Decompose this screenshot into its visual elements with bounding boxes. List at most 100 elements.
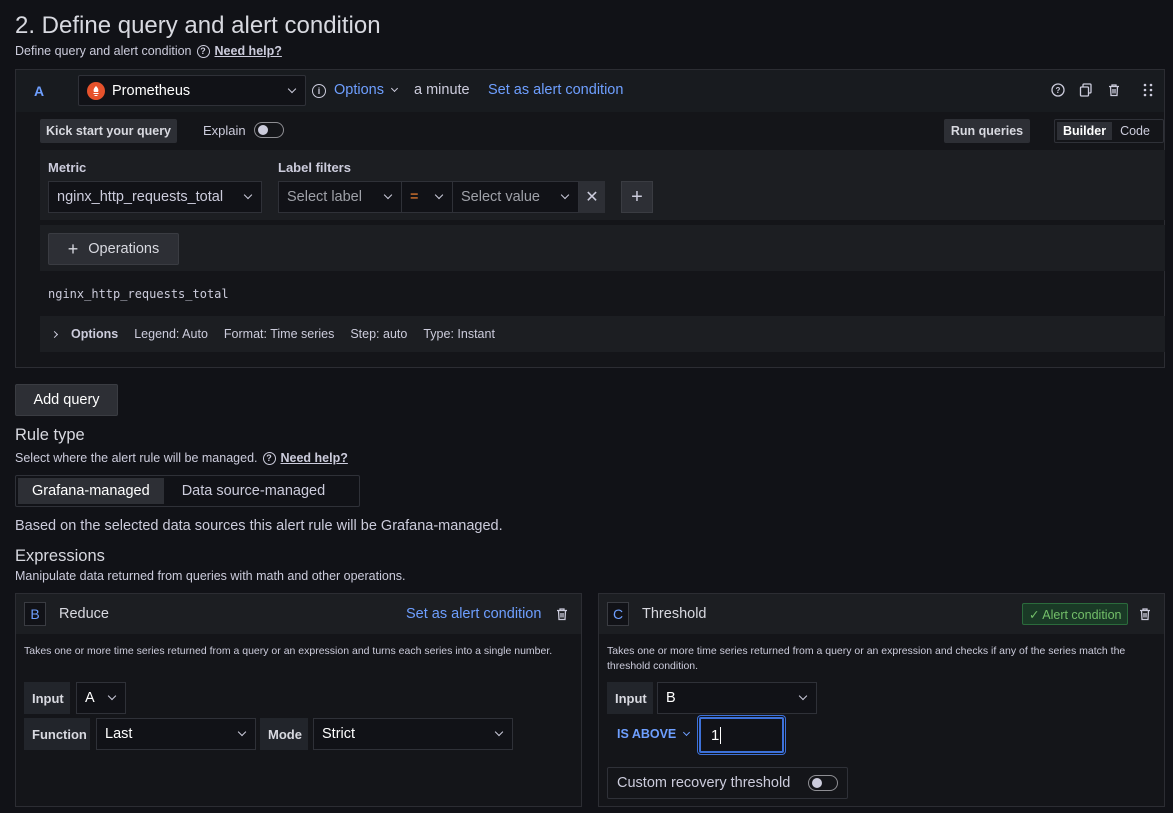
options-title: Options bbox=[71, 327, 119, 341]
run-queries-button[interactable]: Run queries bbox=[944, 119, 1030, 143]
operator-select[interactable]: = bbox=[401, 181, 453, 213]
format-option: Format: Time series bbox=[223, 327, 335, 341]
chevron-down-icon bbox=[494, 727, 504, 737]
chevron-down-icon bbox=[287, 84, 297, 94]
trash-icon[interactable] bbox=[555, 607, 569, 621]
datasource-managed-option[interactable]: Data source-managed bbox=[168, 478, 339, 504]
rule-type-help-link[interactable]: Need help? bbox=[281, 451, 348, 465]
section-title: 2. Define query and alert condition bbox=[15, 12, 381, 39]
threshold-input-value: B bbox=[666, 690, 676, 706]
plus-icon: + bbox=[631, 185, 643, 208]
query-options-toggle[interactable]: Options bbox=[334, 82, 399, 98]
metric-select[interactable]: nginx_http_requests_total bbox=[48, 181, 262, 213]
recovery-label: Custom recovery threshold bbox=[617, 775, 791, 791]
promql-preview: nginx_http_requests_total bbox=[48, 287, 229, 301]
function-value: Last bbox=[105, 726, 133, 742]
question-circle-icon: ? bbox=[262, 451, 276, 465]
svg-text:?: ? bbox=[1056, 86, 1061, 95]
rule-type-note: Based on the selected data sources this … bbox=[15, 518, 503, 534]
value-select[interactable]: Select value bbox=[452, 181, 579, 213]
value-select-placeholder: Select value bbox=[461, 189, 540, 205]
threshold-name: Threshold bbox=[642, 606, 707, 622]
query-options-row[interactable]: Options Legend: Auto Format: Time series… bbox=[40, 316, 1165, 352]
type-option: Type: Instant bbox=[423, 327, 495, 341]
drag-handle-icon[interactable] bbox=[1141, 83, 1155, 97]
expression-reduce: B Reduce Set as alert condition Takes on… bbox=[15, 593, 582, 807]
threshold-value: 1 bbox=[711, 726, 720, 744]
mode-label: Mode bbox=[260, 718, 308, 750]
reduce-input-value: A bbox=[85, 690, 95, 706]
reduce-input-label: Input bbox=[24, 682, 70, 714]
explain-label: Explain bbox=[203, 123, 246, 138]
remove-filter-button[interactable]: ✕ bbox=[579, 181, 605, 213]
add-query-button[interactable]: Add query bbox=[15, 384, 118, 416]
query-interval: a minute bbox=[414, 82, 470, 98]
rule-type-subtitle-text: Select where the alert rule will be mana… bbox=[15, 451, 258, 465]
reduce-input-select[interactable]: A bbox=[76, 682, 126, 714]
metric-label: Metric bbox=[48, 160, 87, 175]
add-filter-button[interactable]: + bbox=[621, 181, 653, 213]
metric-value: nginx_http_requests_total bbox=[57, 189, 224, 205]
close-icon: ✕ bbox=[585, 189, 599, 206]
chevron-down-icon bbox=[107, 691, 117, 701]
info-icon[interactable]: i bbox=[312, 84, 326, 98]
query-header: A Prometheus i Options a minute Set as a… bbox=[16, 70, 1164, 112]
chevron-down-icon bbox=[237, 727, 247, 737]
prometheus-icon bbox=[87, 81, 105, 100]
reduce-header: B Reduce Set as alert condition bbox=[16, 594, 581, 634]
operator-value: = bbox=[410, 189, 419, 205]
function-select[interactable]: Last bbox=[96, 718, 256, 750]
reduce-set-alert-button[interactable]: Set as alert condition bbox=[406, 606, 541, 622]
mode-value: Strict bbox=[322, 726, 356, 742]
rule-type-selector: Grafana-managed Data source-managed bbox=[15, 475, 360, 507]
step-option: Step: auto bbox=[350, 327, 408, 341]
explain-toggle[interactable] bbox=[254, 122, 284, 138]
operations-row: + Operations bbox=[40, 225, 1165, 271]
kick-start-button[interactable]: Kick start your query bbox=[40, 119, 177, 143]
reduce-letter[interactable]: B bbox=[24, 602, 46, 626]
chevron-down-icon bbox=[434, 190, 444, 200]
chevron-down-icon bbox=[243, 190, 253, 200]
threshold-value-input[interactable]: 1 bbox=[698, 716, 785, 754]
editor-mode-switch: Builder Code bbox=[1054, 119, 1164, 143]
help-icon[interactable]: ? bbox=[1051, 83, 1065, 97]
rule-type-subtitle: Select where the alert rule will be mana… bbox=[15, 451, 348, 465]
query-letter[interactable]: A bbox=[34, 83, 44, 99]
section-subtitle: Define query and alert condition ? Need … bbox=[15, 44, 282, 58]
chevron-down-icon bbox=[683, 728, 691, 737]
threshold-letter[interactable]: C bbox=[607, 602, 629, 626]
recovery-toggle[interactable] bbox=[808, 775, 838, 791]
label-select[interactable]: Select label bbox=[278, 181, 402, 213]
expressions-subtitle: Manipulate data returned from queries wi… bbox=[15, 569, 406, 583]
rule-type-title: Rule type bbox=[15, 426, 85, 444]
datasource-picker[interactable]: Prometheus bbox=[78, 75, 306, 106]
threshold-input-label: Input bbox=[607, 682, 653, 714]
grafana-managed-option[interactable]: Grafana-managed bbox=[18, 478, 164, 504]
section-subtitle-text: Define query and alert condition bbox=[15, 44, 192, 58]
plus-icon: + bbox=[67, 238, 79, 259]
need-help-link[interactable]: Need help? bbox=[215, 44, 282, 58]
mode-select[interactable]: Strict bbox=[313, 718, 513, 750]
trash-icon[interactable] bbox=[1138, 607, 1152, 621]
chevron-down-icon bbox=[390, 84, 399, 93]
chevron-right-icon bbox=[50, 330, 59, 338]
threshold-input-select[interactable]: B bbox=[657, 682, 817, 714]
query-builder-row: Metric nginx_http_requests_total Label f… bbox=[40, 150, 1165, 220]
reduce-description: Takes one or more time series returned f… bbox=[24, 645, 553, 657]
condition-select[interactable]: IS ABOVE bbox=[617, 727, 691, 741]
question-circle-icon: ? bbox=[196, 44, 210, 58]
legend-option: Legend: Auto bbox=[134, 327, 208, 341]
custom-recovery-threshold: Custom recovery threshold bbox=[607, 767, 848, 799]
text-cursor bbox=[720, 726, 722, 744]
duplicate-icon[interactable] bbox=[1079, 83, 1093, 97]
condition-value: IS ABOVE bbox=[617, 727, 677, 741]
function-label: Function bbox=[24, 718, 90, 750]
threshold-header: C Threshold ✓ Alert condition bbox=[599, 594, 1164, 634]
set-alert-condition-button[interactable]: Set as alert condition bbox=[488, 82, 623, 98]
add-operation-button[interactable]: + Operations bbox=[48, 233, 179, 265]
code-mode-button[interactable]: Code bbox=[1114, 122, 1156, 140]
query-editor-a: A Prometheus i Options a minute Set as a… bbox=[15, 69, 1165, 368]
trash-icon[interactable] bbox=[1107, 83, 1121, 97]
builder-mode-button[interactable]: Builder bbox=[1057, 122, 1113, 140]
expression-threshold: C Threshold ✓ Alert condition Takes one … bbox=[598, 593, 1165, 807]
